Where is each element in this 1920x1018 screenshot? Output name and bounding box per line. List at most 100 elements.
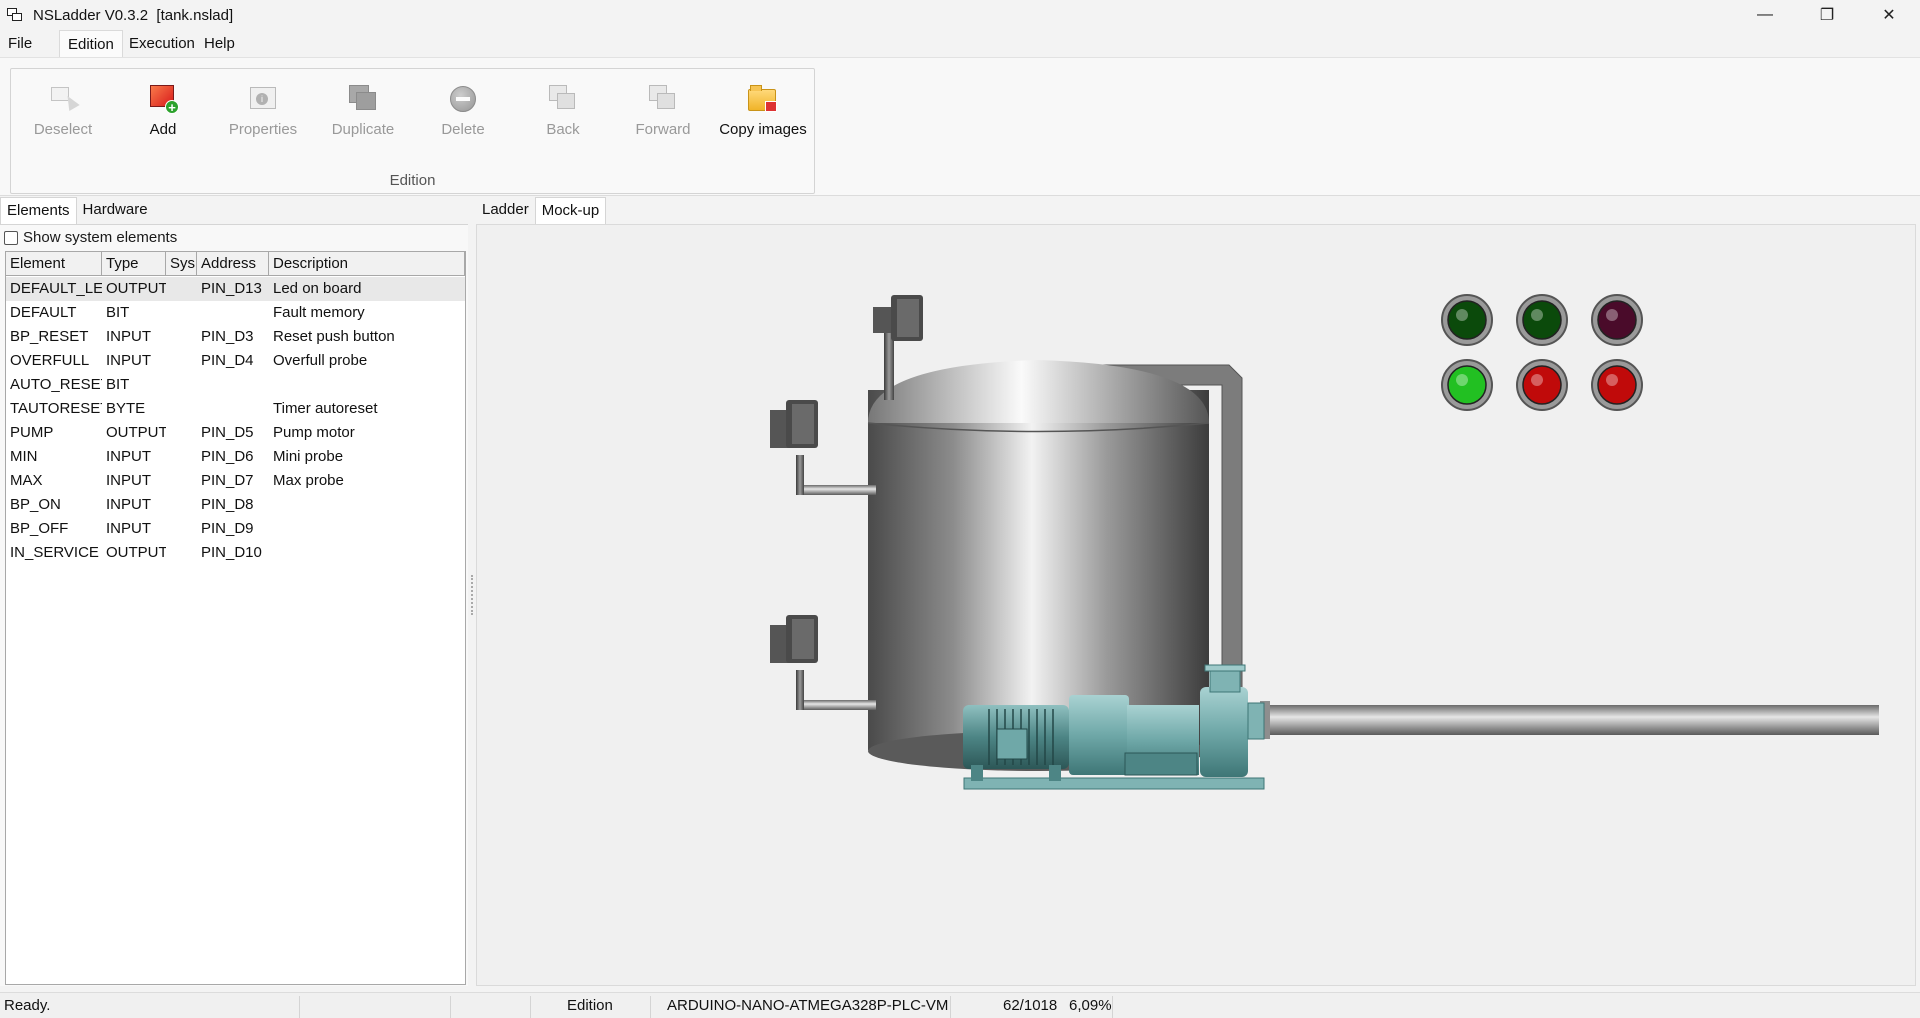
deselect-button[interactable]: Deselect <box>15 83 111 147</box>
status-memory: 62/1018 <box>1003 997 1058 1014</box>
indicator-light-highlight <box>1456 374 1468 386</box>
table-row[interactable]: BP_ON INPUT PIN_D8 <box>6 493 465 517</box>
minimize-button[interactable]: — <box>1734 0 1796 30</box>
table-row[interactable]: OVERFULL INPUT PIN_D4 Overfull probe <box>6 349 465 373</box>
column-element[interactable]: Element <box>6 252 102 276</box>
indicator-light-highlight <box>1531 309 1543 321</box>
table-row[interactable]: BP_RESET INPUT PIN_D3 Reset push button <box>6 325 465 349</box>
indicator-light-highlight <box>1606 309 1618 321</box>
cell-address: PIN_D13 <box>201 280 262 297</box>
table-row[interactable]: DEFAULT_LEDOUTPUT PIN_D13 Led on board <box>6 277 465 301</box>
maximize-button[interactable]: ❐ <box>1796 0 1858 30</box>
cell-sys <box>166 277 197 301</box>
table-row[interactable]: IN_SERVICE OUTPUT PIN_D10 <box>6 541 465 565</box>
table-row[interactable]: DEFAULT BIT Fault memory <box>6 301 465 325</box>
forward-label: Forward <box>635 121 691 138</box>
cell-address <box>197 301 269 325</box>
add-button[interactable]: + Add <box>115 83 211 147</box>
cell-description: Max probe <box>273 472 344 489</box>
column-sys[interactable]: Sys <box>166 252 197 276</box>
cell-sys <box>166 325 197 349</box>
show-system-elements-checkbox[interactable]: Show system elements <box>4 229 177 246</box>
cell-sys <box>166 421 197 445</box>
back-button[interactable]: Back <box>515 83 611 147</box>
workspace-panel: Ladder Mock-up <box>476 197 1920 986</box>
table-row[interactable]: PUMP OUTPUT PIN_D5 Pump motor <box>6 421 465 445</box>
cell-element: BP_OFF <box>10 520 69 537</box>
cell-description: Pump motor <box>273 424 355 441</box>
indicator-light[interactable] <box>1597 365 1637 405</box>
indicator-light[interactable] <box>1447 365 1487 405</box>
back-icon <box>547 83 579 115</box>
tank-body <box>868 390 1209 750</box>
duplicate-label: Duplicate <box>331 121 395 138</box>
menu-help[interactable]: Help <box>196 30 243 57</box>
cell-element: AUTO_RESET <box>10 376 102 393</box>
indicator-light[interactable] <box>1522 365 1562 405</box>
status-percent: 6,09% <box>1069 997 1112 1014</box>
cell-type: INPUT <box>106 328 151 345</box>
forward-button[interactable]: Forward <box>615 83 711 147</box>
cell-element: DEFAULT_LED <box>10 280 102 297</box>
cell-address <box>197 373 269 397</box>
tab-mockup[interactable]: Mock-up <box>534 197 607 224</box>
indicator-lights <box>1441 294 1643 411</box>
close-button[interactable]: ✕ <box>1858 0 1920 30</box>
elements-table: Element Type Sys Address Description DEF… <box>5 251 466 985</box>
cell-description <box>269 373 465 397</box>
deselect-label: Deselect <box>33 121 93 138</box>
table-header: Element Type Sys Address Description <box>6 252 465 276</box>
cell-element: BP_RESET <box>10 328 89 345</box>
cell-address: PIN_D5 <box>201 424 254 441</box>
cell-description: Mini probe <box>273 448 344 465</box>
delete-label: Delete <box>441 121 485 138</box>
properties-button[interactable]: i Properties <box>215 83 311 147</box>
outlet-pipe <box>1267 705 1879 735</box>
table-row[interactable]: AUTO_RESET BIT <box>6 373 465 397</box>
checkbox-box[interactable] <box>4 230 18 245</box>
mockup-canvas[interactable] <box>476 224 1916 986</box>
table-row[interactable]: MAX INPUT PIN_D7 Max probe <box>6 469 465 493</box>
column-type[interactable]: Type <box>102 252 166 276</box>
indicator-light-highlight <box>1531 374 1543 386</box>
table-row[interactable]: TAUTORESET BYTE Timer autoreset <box>6 397 465 421</box>
menu-file[interactable]: File <box>0 30 40 57</box>
indicator-light[interactable] <box>1597 300 1637 340</box>
tab-ladder[interactable]: Ladder <box>476 197 535 224</box>
cell-element: MIN <box>10 448 38 465</box>
cell-type: OUTPUT <box>106 424 166 441</box>
cell-description <box>269 493 465 517</box>
tab-hardware[interactable]: Hardware <box>77 197 154 224</box>
status-mode: Edition <box>567 997 613 1014</box>
cell-address: PIN_D4 <box>201 352 254 369</box>
cell-type: INPUT <box>106 352 151 369</box>
menu-execution[interactable]: Execution <box>121 30 203 57</box>
cell-type: OUTPUT <box>106 544 166 561</box>
tab-elements[interactable]: Elements <box>0 197 77 224</box>
pump-coupling <box>1069 695 1129 775</box>
cell-address: PIN_D10 <box>201 544 262 561</box>
copy-images-icon <box>747 83 779 115</box>
cell-type: INPUT <box>106 448 151 465</box>
indicator-light[interactable] <box>1447 300 1487 340</box>
indicator-light-highlight <box>1456 309 1468 321</box>
table-row[interactable]: BP_OFF INPUT PIN_D9 <box>6 517 465 541</box>
cell-address: PIN_D6 <box>201 448 254 465</box>
menu-edition[interactable]: Edition <box>59 30 123 57</box>
add-label: Add <box>149 121 177 138</box>
copy-images-label: Copy images <box>719 121 807 138</box>
mockup-drawing <box>770 294 1879 790</box>
splitter-grip[interactable] <box>471 575 474 615</box>
window-title: NSLadder V0.3.2 [tank.nslad] <box>33 6 234 24</box>
indicator-light[interactable] <box>1522 300 1562 340</box>
duplicate-button[interactable]: Duplicate <box>315 83 411 147</box>
cell-sys <box>166 493 197 517</box>
column-address[interactable]: Address <box>197 252 269 276</box>
column-description[interactable]: Description <box>269 252 465 276</box>
cell-element: TAUTORESET <box>10 400 102 417</box>
cell-type: INPUT <box>106 472 151 489</box>
table-row[interactable]: MIN INPUT PIN_D6 Mini probe <box>6 445 465 469</box>
copy-images-button[interactable]: Copy images <box>715 83 811 147</box>
delete-button[interactable]: Delete <box>415 83 511 147</box>
min-probe-pipe <box>797 700 876 710</box>
